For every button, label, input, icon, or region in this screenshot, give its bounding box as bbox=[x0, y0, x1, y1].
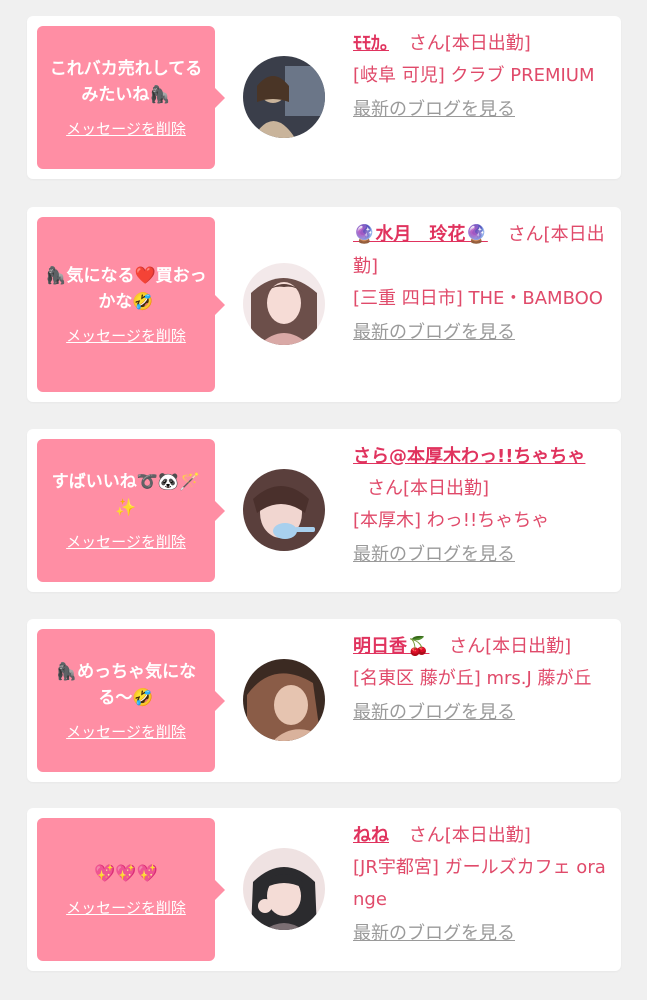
attendance-status: さん[本日出勤] bbox=[408, 825, 531, 846]
message-bubble: 🦍気になる❤️買おっかな🤣 メッセージを削除 bbox=[37, 217, 225, 392]
message-bubble: これバカ売れしてるみたいね🦍 メッセージを削除 bbox=[37, 26, 225, 169]
message-bubble: 🦍めっちゃ気になる〜🤣 メッセージを削除 bbox=[37, 629, 225, 772]
avatar-photo bbox=[243, 848, 325, 930]
info-lines: 明日香🍒 さん[本日出勤] [名東区 藤が丘] mrs.J 藤が丘 bbox=[353, 631, 609, 695]
girl-name-link[interactable]: 🔮水月 玲花🔮 bbox=[353, 224, 488, 245]
message-text: これバカ売れしてるみたいね🦍 bbox=[49, 59, 203, 105]
girl-name-link[interactable]: ﾓﾓｶ｡ bbox=[353, 33, 389, 54]
girl-name-link[interactable]: ねね bbox=[353, 825, 389, 846]
view-blog-link[interactable]: 最新のブログを見る bbox=[353, 95, 515, 125]
message-text: 🦍気になる❤️買おっかな🤣 bbox=[45, 266, 207, 312]
avatar-photo bbox=[243, 469, 325, 551]
message-card: 🦍めっちゃ気になる〜🤣 メッセージを削除 明日香🍒 さん[本日出勤] [名東区 … bbox=[27, 619, 621, 782]
girl-info: さら@本厚木わっ!!ちゃちゃ さん[本日出勤] [本厚木] わっ!!ちゃちゃ 最… bbox=[353, 441, 609, 570]
store-info: [岐阜 可児] クラブ PREMIUM bbox=[353, 65, 595, 86]
store-info: [三重 四日市] THE・BAMBOO bbox=[353, 288, 603, 309]
info-lines: ねね さん[本日出勤] [JR宇都宮] ガールズカフェ orange bbox=[353, 820, 609, 916]
info-lines: さら@本厚木わっ!!ちゃちゃ さん[本日出勤] [本厚木] わっ!!ちゃちゃ bbox=[353, 441, 609, 537]
avatar-photo bbox=[243, 263, 325, 345]
view-blog-link[interactable]: 最新のブログを見る bbox=[353, 698, 515, 728]
message-text: 🦍めっちゃ気になる〜🤣 bbox=[55, 662, 197, 708]
message-bubble: すばいいね➰🐼🪄✨ メッセージを削除 bbox=[37, 439, 225, 582]
message-text: すばいいね➰🐼🪄✨ bbox=[51, 472, 201, 518]
avatar[interactable] bbox=[243, 56, 325, 138]
avatar-photo bbox=[243, 56, 325, 138]
girl-info: 明日香🍒 さん[本日出勤] [名東区 藤が丘] mrs.J 藤が丘 最新のブログ… bbox=[353, 631, 609, 728]
avatar[interactable] bbox=[243, 848, 325, 930]
message-card: 💖💖💖 メッセージを削除 ねね さん[本日出勤] [JR宇都宮] ガールズカフェ… bbox=[27, 808, 621, 971]
view-blog-link[interactable]: 最新のブログを見る bbox=[353, 318, 515, 348]
delete-message-link[interactable]: メッセージを削除 bbox=[66, 531, 186, 552]
store-info: [JR宇都宮] ガールズカフェ orange bbox=[353, 857, 606, 910]
attendance-status: さん[本日出勤] bbox=[449, 636, 572, 657]
message-card: これバカ売れしてるみたいね🦍 メッセージを削除 ﾓﾓｶ｡ さん[本日出勤] [岐… bbox=[27, 16, 621, 179]
delete-message-link[interactable]: メッセージを削除 bbox=[66, 721, 186, 742]
message-list: これバカ売れしてるみたいね🦍 メッセージを削除 ﾓﾓｶ｡ さん[本日出勤] [岐… bbox=[0, 0, 647, 1000]
avatar[interactable] bbox=[243, 659, 325, 741]
attendance-status: さん[本日出勤] bbox=[367, 478, 490, 499]
avatar[interactable] bbox=[243, 263, 325, 345]
message-card: すばいいね➰🐼🪄✨ メッセージを削除 さら@本厚木わっ!!ちゃちゃ さん[本日出… bbox=[27, 429, 621, 592]
girl-name-link[interactable]: 明日香🍒 bbox=[353, 636, 429, 657]
girl-info: ﾓﾓｶ｡ さん[本日出勤] [岐阜 可児] クラブ PREMIUM 最新のブログ… bbox=[353, 28, 609, 125]
delete-message-link[interactable]: メッセージを削除 bbox=[66, 897, 186, 918]
view-blog-link[interactable]: 最新のブログを見る bbox=[353, 540, 515, 570]
girl-info: 🔮水月 玲花🔮 さん[本日出勤] [三重 四日市] THE・BAMBOO 最新の… bbox=[353, 219, 609, 348]
attendance-status: さん[本日出勤] bbox=[408, 33, 531, 54]
girl-name-link[interactable]: さら@本厚木わっ!!ちゃちゃ bbox=[353, 446, 585, 467]
delete-message-link[interactable]: メッセージを削除 bbox=[66, 325, 186, 346]
info-lines: 🔮水月 玲花🔮 さん[本日出勤] [三重 四日市] THE・BAMBOO bbox=[353, 219, 609, 315]
message-text: 💖💖💖 bbox=[94, 864, 158, 884]
view-blog-link[interactable]: 最新のブログを見る bbox=[353, 919, 515, 949]
avatar-photo bbox=[243, 659, 325, 741]
girl-info: ねね さん[本日出勤] [JR宇都宮] ガールズカフェ orange 最新のブロ… bbox=[353, 820, 609, 949]
avatar[interactable] bbox=[243, 469, 325, 551]
delete-message-link[interactable]: メッセージを削除 bbox=[66, 118, 186, 139]
store-info: [名東区 藤が丘] mrs.J 藤が丘 bbox=[353, 668, 592, 689]
message-bubble: 💖💖💖 メッセージを削除 bbox=[37, 818, 225, 961]
info-lines: ﾓﾓｶ｡ さん[本日出勤] [岐阜 可児] クラブ PREMIUM bbox=[353, 28, 609, 92]
store-info: [本厚木] わっ!!ちゃちゃ bbox=[353, 510, 550, 531]
message-card: 🦍気になる❤️買おっかな🤣 メッセージを削除 🔮水月 玲花🔮 さん[本日出勤] … bbox=[27, 207, 621, 402]
